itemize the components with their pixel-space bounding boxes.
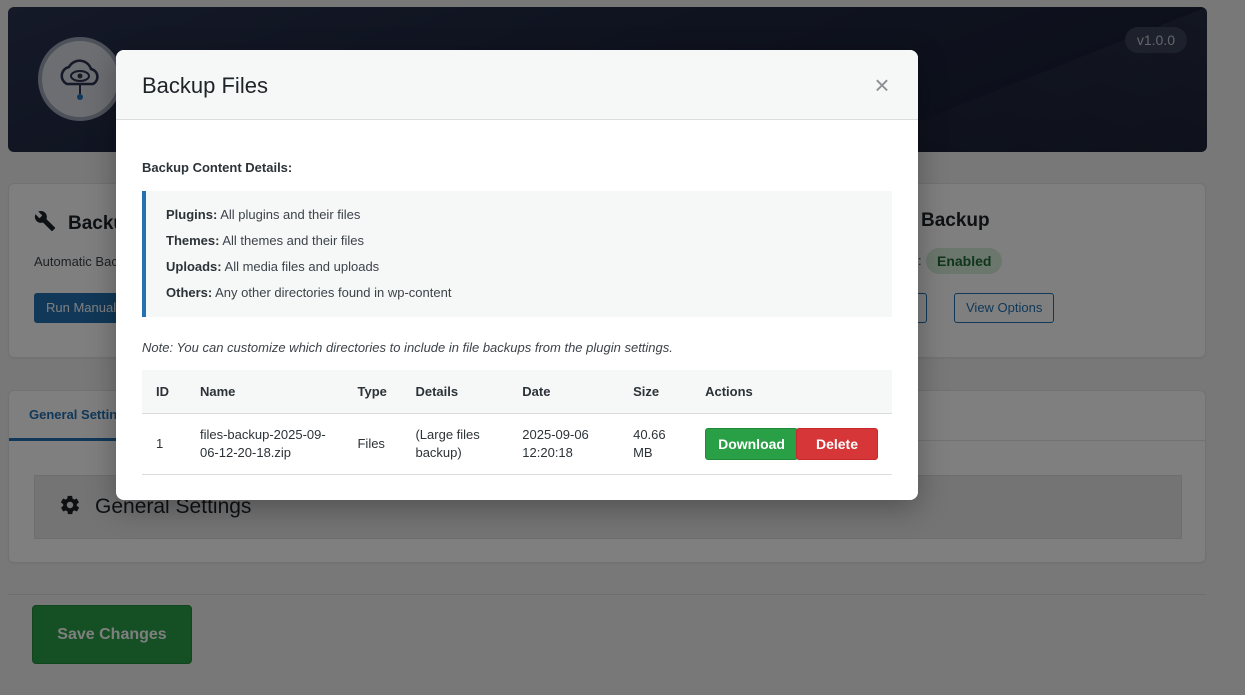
- cell-type: Files: [343, 412, 402, 475]
- cell-name-line: 06-12-20-18.zip: [199, 444, 292, 460]
- cell-name: files-backup-2025-09- 06-12-20-18.zip: [185, 412, 344, 475]
- details-label: Others:: [166, 285, 213, 300]
- cell-size-line: MB: [633, 444, 653, 460]
- column-header-actions: Actions: [691, 370, 892, 413]
- details-item-uploads: Uploads: All media files and uploads: [166, 259, 872, 285]
- column-header-type: Type: [343, 370, 402, 413]
- backup-files-modal: Backup Files × Backup Content Details: P…: [116, 50, 918, 500]
- modal-title: Backup Files: [142, 73, 268, 98]
- download-button[interactable]: Download: [705, 427, 798, 460]
- cell-name-line: files-backup-2025-09-: [199, 426, 326, 442]
- details-item-plugins: Plugins: All plugins and their files: [166, 207, 872, 233]
- column-header-size: Size: [619, 370, 692, 413]
- backup-files-table: ID Name Type Details Date Size Actions 1…: [142, 370, 892, 475]
- column-header-id: ID: [142, 370, 186, 413]
- cell-id: 1: [142, 412, 186, 475]
- column-header-name: Name: [185, 370, 344, 413]
- details-label: Plugins:: [166, 207, 218, 222]
- details-item-others: Others: Any other directories found in w…: [166, 285, 872, 311]
- cell-details-line: (Large files: [415, 426, 480, 442]
- cell-date: 2025-09-06 12:20:18: [508, 412, 620, 475]
- table-header-row: ID Name Type Details Date Size Actions: [142, 370, 892, 413]
- cell-details-line: backup): [415, 444, 462, 460]
- table-row: 1 files-backup-2025-09- 06-12-20-18.zip …: [142, 412, 892, 475]
- backup-content-details: Plugins: All plugins and their files The…: [142, 191, 892, 317]
- cell-date-line: 2025-09-06: [522, 426, 589, 442]
- cell-date-line: 12:20:18: [522, 444, 573, 460]
- cell-size-line: 40.66: [633, 426, 666, 442]
- column-header-date: Date: [508, 370, 620, 413]
- details-text: All themes and their files: [222, 233, 364, 248]
- details-item-themes: Themes: All themes and their files: [166, 233, 872, 259]
- details-heading: Backup Content Details:: [142, 160, 293, 175]
- close-icon[interactable]: ×: [872, 72, 892, 98]
- delete-button[interactable]: Delete: [795, 427, 878, 460]
- details-text: All media files and uploads: [224, 259, 380, 274]
- cell-actions: Download Delete: [691, 412, 892, 475]
- details-label: Themes:: [166, 233, 220, 248]
- column-header-details: Details: [401, 370, 509, 413]
- cell-details: (Large files backup): [401, 412, 509, 475]
- details-text: Any other directories found in wp-conten…: [215, 285, 452, 300]
- details-label: Uploads:: [166, 259, 222, 274]
- customization-note: Note: You can customize which directorie…: [142, 340, 673, 355]
- cell-size: 40.66 MB: [619, 412, 692, 475]
- details-text: All plugins and their files: [220, 207, 361, 222]
- modal-header: Backup Files ×: [116, 50, 918, 120]
